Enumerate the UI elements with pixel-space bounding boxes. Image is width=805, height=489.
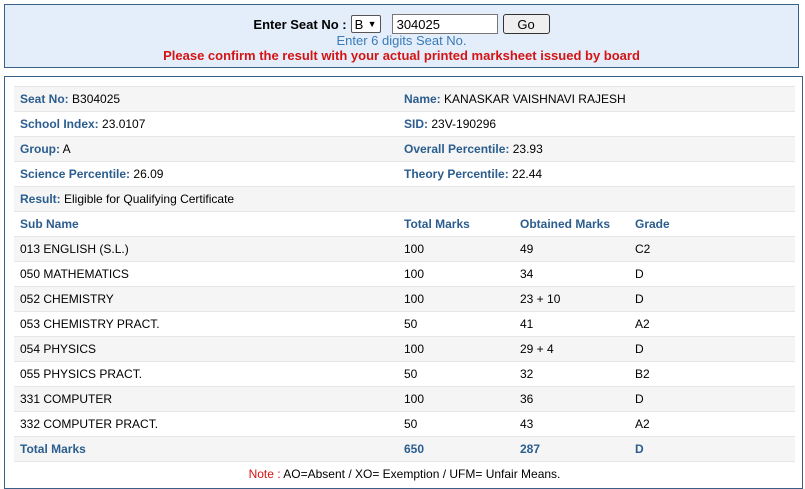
school-index-label: School Index:: [20, 117, 99, 131]
table-row: 055 PHYSICS PRACT. 50 32 B2: [14, 361, 795, 387]
subject-obtained-marks: 41: [514, 311, 629, 337]
science-percentile-cell: Science Percentile: 26.09: [14, 161, 398, 187]
total-marks-label: Total Marks: [14, 436, 398, 462]
subject-total-marks: 100: [398, 261, 514, 287]
result-cell: Result: Eligible for Qualifying Certific…: [14, 186, 795, 212]
confirm-warning-text: Please confirm the result with your actu…: [163, 48, 640, 63]
result-label: Result:: [20, 192, 61, 206]
seat-number-label: Enter Seat No :: [253, 16, 347, 32]
table-row: 332 COMPUTER PRACT. 50 43 A2: [14, 411, 795, 437]
subject-obtained-marks: 32: [514, 361, 629, 387]
subject-grade: D: [629, 286, 795, 312]
subject-obtained-marks: 29 + 4: [514, 336, 629, 362]
sid-cell: SID: 23V-190296: [398, 111, 795, 137]
sid-label: SID:: [404, 117, 428, 131]
subject-name: 050 MATHEMATICS: [14, 261, 398, 287]
theory-percentile-value: 22.44: [512, 167, 543, 181]
result-row: Result: Eligible for Qualifying Certific…: [14, 186, 795, 212]
subject-grade: B2: [629, 361, 795, 387]
subject-name: 053 CHEMISTRY PRACT.: [14, 311, 398, 337]
total-marks-header: Total Marks: [398, 211, 514, 237]
subject-grade: A2: [629, 311, 795, 337]
school-sid-row: School Index: 23.0107 SID: 23V-190296: [14, 111, 795, 137]
subject-name: 052 CHEMISTRY: [14, 286, 398, 312]
subject-grade: C2: [629, 236, 795, 262]
science-percentile-value: 26.09: [133, 167, 164, 181]
overall-grade: D: [629, 436, 795, 462]
note-row: Note : AO=Absent / XO= Exemption / UFM= …: [14, 461, 795, 487]
table-row: 053 CHEMISTRY PRACT. 50 41 A2: [14, 311, 795, 337]
table-row: 013 ENGLISH (S.L.) 100 49 C2: [14, 236, 795, 262]
go-button[interactable]: Go: [502, 14, 550, 34]
overall-percentile-value: 23.93: [512, 142, 543, 156]
seat-number-field-label: Seat No:: [20, 92, 69, 106]
note-text: AO=Absent / XO= Exemption / UFM= Unfair …: [283, 467, 561, 482]
overall-percentile-label: Overall Percentile:: [404, 142, 510, 156]
student-name-label: Name:: [404, 92, 441, 106]
subject-total-marks: 50: [398, 361, 514, 387]
group-label: Group:: [20, 142, 60, 156]
obtained-marks-header: Obtained Marks: [514, 211, 629, 237]
subject-name: 332 COMPUTER PRACT.: [14, 411, 398, 437]
note-label: Note :: [248, 467, 281, 482]
subject-total-marks: 100: [398, 286, 514, 312]
seat-search-row: Enter Seat No : B ▼ Go: [5, 13, 798, 35]
seat-number-cell: Seat No: B304025: [14, 86, 398, 112]
seat-name-row: Seat No: B304025 Name: KANASKAR VAISHNAV…: [14, 86, 795, 112]
seat-number-input[interactable]: [391, 14, 498, 34]
seat-search-panel: Enter Seat No : B ▼ Go Enter 6 digits Se…: [4, 4, 799, 68]
subject-grade: D: [629, 386, 795, 412]
note-cell: Note : AO=Absent / XO= Exemption / UFM= …: [14, 461, 795, 487]
seat-series-select[interactable]: B ▼: [350, 15, 381, 33]
subject-name: 055 PHYSICS PRACT.: [14, 361, 398, 387]
subject-grade: D: [629, 336, 795, 362]
seat-number-value: B304025: [72, 92, 121, 106]
subject-grade: A2: [629, 411, 795, 437]
subject-total-marks: 100: [398, 386, 514, 412]
grade-header: Grade: [629, 211, 795, 237]
group-cell: Group: A: [14, 136, 398, 162]
overall-percentile-cell: Overall Percentile: 23.93: [398, 136, 795, 162]
science-theory-row: Science Percentile: 26.09 Theory Percent…: [14, 161, 795, 187]
result-table: Seat No: B304025 Name: KANASKAR VAISHNAV…: [14, 86, 795, 487]
total-marks-row: Total Marks 650 287 D: [14, 436, 795, 462]
total-marks-obtained: 287: [514, 436, 629, 462]
subject-name-header: Sub Name: [14, 211, 398, 237]
chevron-down-icon: ▼: [367, 19, 377, 29]
subject-grade: D: [629, 261, 795, 287]
group-overall-row: Group: A Overall Percentile: 23.93: [14, 136, 795, 162]
subject-total-marks: 100: [398, 236, 514, 262]
total-marks-max: 650: [398, 436, 514, 462]
subject-total-marks: 50: [398, 411, 514, 437]
sid-value: 23V-190296: [431, 117, 497, 131]
student-name-value: KANASKAR VAISHNAVI RAJESH: [444, 92, 626, 106]
subject-obtained-marks: 43: [514, 411, 629, 437]
seat-series-value: B: [354, 16, 364, 32]
table-row: 052 CHEMISTRY 100 23 + 10 D: [14, 286, 795, 312]
result-value: Eligible for Qualifying Certificate: [64, 192, 235, 206]
subject-obtained-marks: 49: [514, 236, 629, 262]
subject-name: 331 COMPUTER: [14, 386, 398, 412]
group-value: A: [62, 142, 71, 156]
subject-name: 013 ENGLISH (S.L.): [14, 236, 398, 262]
theory-percentile-label: Theory Percentile:: [404, 167, 509, 181]
subject-total-marks: 50: [398, 311, 514, 337]
theory-percentile-cell: Theory Percentile: 22.44: [398, 161, 795, 187]
subject-total-marks: 100: [398, 336, 514, 362]
subject-obtained-marks: 36: [514, 386, 629, 412]
subject-obtained-marks: 34: [514, 261, 629, 287]
subject-name: 054 PHYSICS: [14, 336, 398, 362]
table-row: 331 COMPUTER 100 36 D: [14, 386, 795, 412]
student-name-cell: Name: KANASKAR VAISHNAVI RAJESH: [398, 86, 795, 112]
table-row: 054 PHYSICS 100 29 + 4 D: [14, 336, 795, 362]
seat-hint-text: Enter 6 digits Seat No.: [336, 33, 467, 48]
science-percentile-label: Science Percentile:: [20, 167, 131, 181]
marks-header-row: Sub Name Total Marks Obtained Marks Grad…: [14, 211, 795, 237]
school-index-value: 23.0107: [102, 117, 146, 131]
table-row: 050 MATHEMATICS 100 34 D: [14, 261, 795, 287]
school-index-cell: School Index: 23.0107: [14, 111, 398, 137]
result-panel: Seat No: B304025 Name: KANASKAR VAISHNAV…: [4, 76, 803, 489]
subject-obtained-marks: 23 + 10: [514, 286, 629, 312]
